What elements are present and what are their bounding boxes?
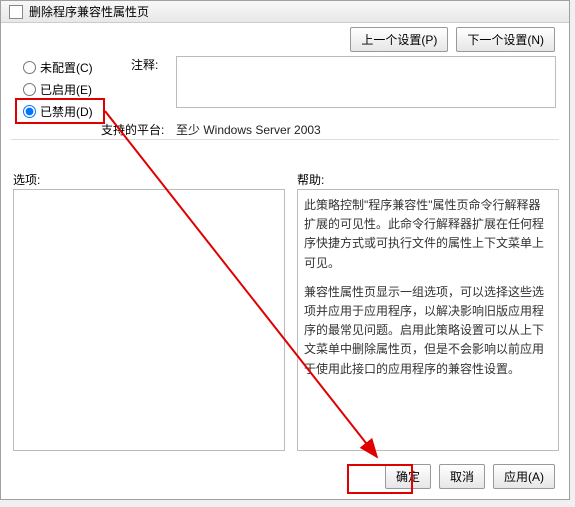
radio-not-configured-label: 未配置(C) bbox=[40, 59, 93, 76]
help-label: 帮助: bbox=[297, 171, 324, 188]
comment-input[interactable] bbox=[176, 56, 556, 108]
prev-setting-button[interactable]: 上一个设置(P) bbox=[350, 27, 448, 52]
apply-button[interactable]: 应用(A) bbox=[493, 464, 555, 489]
radio-not-configured-input[interactable] bbox=[23, 61, 36, 74]
app-icon bbox=[9, 5, 23, 19]
window-title: 删除程序兼容性属性页 bbox=[29, 3, 149, 20]
ok-button[interactable]: 确定 bbox=[385, 464, 431, 489]
cancel-button[interactable]: 取消 bbox=[439, 464, 485, 489]
divider bbox=[11, 139, 559, 140]
bottom-buttons: 确定 取消 应用(A) bbox=[385, 464, 555, 489]
radio-disabled-input[interactable] bbox=[23, 105, 36, 118]
platform-label: 支持的平台: bbox=[101, 121, 164, 138]
radio-enabled-label: 已启用(E) bbox=[40, 81, 92, 98]
help-para-1: 此策略控制"程序兼容性"属性页命令行解释器扩展的可见性。此命令行解释器扩展在任何… bbox=[304, 196, 552, 273]
radio-disabled[interactable]: 已禁用(D) bbox=[23, 100, 93, 122]
radio-not-configured[interactable]: 未配置(C) bbox=[23, 56, 93, 78]
nav-buttons: 上一个设置(P) 下一个设置(N) bbox=[350, 27, 555, 52]
radio-disabled-label: 已禁用(D) bbox=[40, 103, 93, 120]
help-para-2: 兼容性属性页显示一组选项，可以选择这些选项并应用于应用程序，以解决影响旧版应用程… bbox=[304, 283, 552, 379]
radio-enabled[interactable]: 已启用(E) bbox=[23, 78, 93, 100]
options-box bbox=[13, 189, 285, 451]
dialog-window: 删除程序兼容性属性页 上一个设置(P) 下一个设置(N) 未配置(C) 已启用(… bbox=[0, 0, 570, 500]
options-label: 选项: bbox=[13, 171, 40, 188]
help-box: 此策略控制"程序兼容性"属性页命令行解释器扩展的可见性。此命令行解释器扩展在任何… bbox=[297, 189, 559, 451]
next-setting-button[interactable]: 下一个设置(N) bbox=[456, 27, 555, 52]
titlebar: 删除程序兼容性属性页 bbox=[1, 1, 569, 23]
comment-label: 注释: bbox=[131, 56, 158, 73]
radio-enabled-input[interactable] bbox=[23, 83, 36, 96]
platform-value: 至少 Windows Server 2003 bbox=[176, 121, 321, 138]
radio-group: 未配置(C) 已启用(E) 已禁用(D) bbox=[23, 56, 93, 122]
